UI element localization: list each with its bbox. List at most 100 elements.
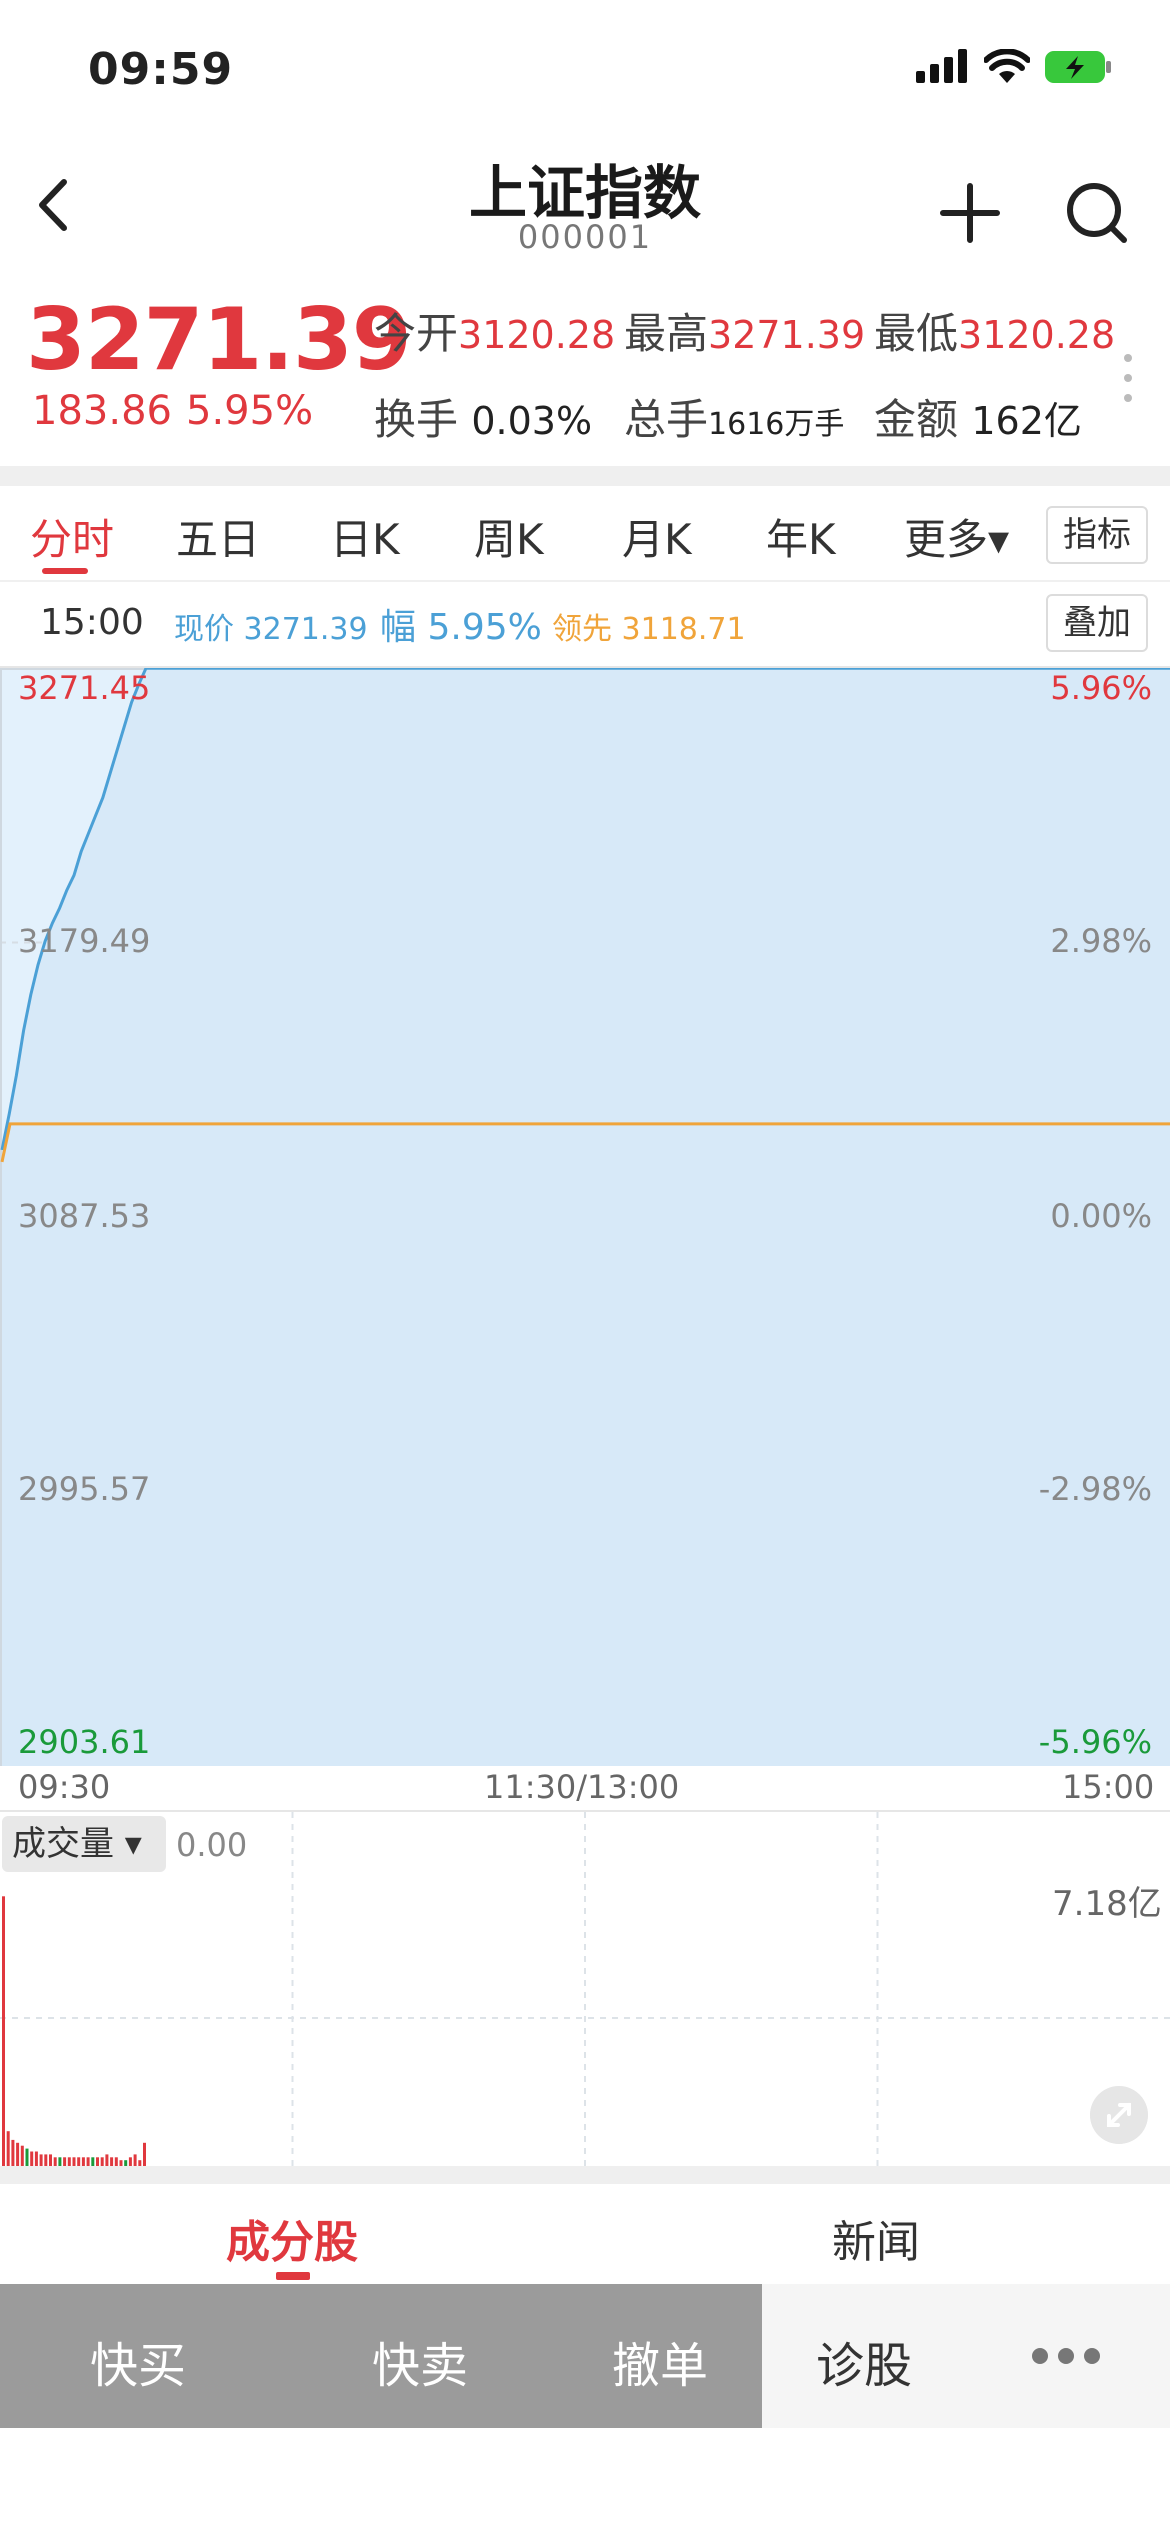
volume-bar bbox=[143, 2142, 146, 2166]
open-label: 今开 bbox=[374, 309, 459, 358]
volume-selector[interactable]: 成交量 ▾ bbox=[2, 1816, 166, 1872]
low-value: 3120.28 bbox=[958, 313, 1116, 357]
volume-bar bbox=[77, 2157, 81, 2166]
more-vertical-icon[interactable] bbox=[1118, 348, 1138, 408]
tab-intraday[interactable]: 分时 bbox=[30, 506, 114, 567]
low-stat: 最低3120.28 bbox=[874, 300, 1115, 361]
status-time: 09:59 bbox=[88, 44, 234, 95]
volume-bar bbox=[25, 2148, 29, 2166]
cancel-order-button[interactable]: 撤单 bbox=[612, 2326, 708, 2396]
bottom-tab-indicator bbox=[276, 2272, 310, 2280]
volume-bar bbox=[34, 2151, 38, 2166]
open-stat: 今开3120.28 bbox=[374, 300, 615, 361]
y-tick-left: 3179.49 bbox=[18, 922, 150, 960]
volume-bar bbox=[105, 2154, 109, 2166]
volume-bar bbox=[49, 2154, 52, 2166]
y-tick-left: 3271.45 bbox=[18, 669, 150, 707]
more-icon[interactable] bbox=[1030, 2344, 1102, 2368]
price-change: 183.86 bbox=[32, 388, 172, 434]
tab-monthly-k[interactable]: 月K bbox=[622, 506, 692, 567]
volume-bar bbox=[86, 2157, 90, 2166]
volume-bar bbox=[114, 2157, 118, 2166]
info-lead: 领先 3118.71 bbox=[552, 604, 746, 648]
volume-chart-svg bbox=[0, 1812, 1170, 2166]
y-tick-right: 2.98% bbox=[1050, 922, 1152, 960]
home-indicator-area bbox=[0, 2428, 1170, 2532]
volume-bar bbox=[6, 2131, 10, 2166]
amount-value: 162亿 bbox=[971, 399, 1082, 443]
add-icon[interactable] bbox=[935, 178, 1005, 248]
divider bbox=[0, 466, 1170, 486]
y-tick-right: -5.96% bbox=[1039, 1723, 1152, 1761]
intraday-chart[interactable]: 3271.45 3179.49 3087.53 2995.57 2903.61 5.96%… bbox=[0, 666, 1170, 1767]
period-tabs: 分时 五日 日K 周K 月K 年K 更多▾ 指标 bbox=[0, 486, 1170, 582]
high-label: 最高 bbox=[624, 309, 709, 358]
y-tick-left: 2903.61 bbox=[18, 1723, 150, 1761]
volume-bar bbox=[81, 2157, 85, 2166]
volume-bar bbox=[53, 2157, 57, 2166]
high-stat: 最高3271.39 bbox=[624, 300, 865, 361]
volume-bar bbox=[91, 2157, 95, 2166]
volume-bar bbox=[96, 2157, 99, 2166]
tab-more[interactable]: 更多▾ bbox=[904, 506, 1009, 567]
volume-label: 总手 bbox=[624, 395, 709, 444]
quick-sell-button[interactable]: 快卖 bbox=[372, 2326, 468, 2396]
info-lead-label: 领先 bbox=[552, 612, 612, 647]
nav-bar: 上证指数 000001 bbox=[0, 140, 1170, 270]
volume-bar bbox=[67, 2157, 71, 2166]
info-amp-label: 幅 bbox=[380, 607, 417, 648]
price-area bbox=[2, 668, 1170, 1767]
bottom-tabs: 成分股 新闻 bbox=[0, 2184, 1170, 2284]
y-tick-right: -2.98% bbox=[1039, 1470, 1152, 1508]
quote-panel: 3271.39 183.86 5.95% 今开3120.28 最高3271.39… bbox=[0, 270, 1170, 466]
volume-bar bbox=[30, 2151, 34, 2166]
overlay-button[interactable]: 叠加 bbox=[1046, 594, 1148, 652]
status-icons bbox=[916, 48, 1114, 86]
turnover-value: 0.03% bbox=[471, 399, 593, 443]
info-amp-value: 5.95% bbox=[427, 607, 542, 648]
price-change-pct: 5.95% bbox=[186, 388, 314, 434]
info-time: 15:00 bbox=[40, 602, 144, 643]
chart-info-row: 15:00 现价 3271.39 幅 5.95% 领先 3118.71 叠加 bbox=[0, 584, 1170, 664]
amount-label: 金额 bbox=[874, 395, 959, 444]
volume-bar bbox=[63, 2157, 67, 2166]
info-price-label: 现价 bbox=[174, 612, 234, 647]
search-icon[interactable] bbox=[1062, 178, 1132, 248]
tab-five-day[interactable]: 五日 bbox=[176, 506, 260, 567]
info-amp: 幅 5.95% bbox=[380, 598, 542, 650]
tab-weekly-k[interactable]: 周K bbox=[474, 506, 544, 567]
indicator-button[interactable]: 指标 bbox=[1046, 506, 1148, 564]
volume-bar bbox=[44, 2154, 48, 2166]
battery-icon bbox=[1045, 51, 1111, 83]
info-lead-value: 3118.71 bbox=[621, 612, 746, 647]
tab-constituents[interactable]: 成分股 bbox=[226, 2206, 358, 2270]
volume-bar bbox=[128, 2157, 132, 2166]
high-value: 3271.39 bbox=[708, 313, 866, 357]
tab-yearly-k[interactable]: 年K bbox=[766, 506, 836, 567]
volume-max: 7.18亿 bbox=[1052, 1884, 1162, 1924]
current-price: 3271.39 bbox=[26, 290, 412, 390]
low-label: 最低 bbox=[874, 309, 959, 358]
volume-bar bbox=[72, 2157, 76, 2166]
volume-zero: 0.00 bbox=[176, 1826, 248, 1864]
divider bbox=[0, 2166, 1170, 2184]
expand-icon[interactable] bbox=[1090, 2086, 1148, 2144]
status-bar: 09:59 bbox=[0, 0, 1170, 140]
signal-icon bbox=[916, 49, 967, 83]
tab-news[interactable]: 新闻 bbox=[832, 2206, 920, 2270]
volume-bar bbox=[100, 2157, 104, 2166]
volume-bar bbox=[11, 2139, 15, 2166]
quick-buy-button[interactable]: 快买 bbox=[90, 2326, 186, 2396]
open-value: 3120.28 bbox=[458, 313, 616, 357]
volume-value: 1616万手 bbox=[708, 407, 845, 442]
volume-bar bbox=[16, 2142, 20, 2166]
y-tick-right: 0.00% bbox=[1050, 1197, 1152, 1235]
info-price: 现价 3271.39 bbox=[174, 604, 368, 648]
amount-stat: 金额 162亿 bbox=[874, 386, 1082, 447]
x-tick-open: 09:30 bbox=[18, 1768, 111, 1806]
volume-bar bbox=[2, 1896, 5, 2166]
diagnose-button[interactable]: 诊股 bbox=[816, 2326, 912, 2396]
tab-daily-k[interactable]: 日K bbox=[330, 506, 400, 567]
x-tick-close: 15:00 bbox=[1062, 1768, 1155, 1806]
volume-bar bbox=[20, 2145, 24, 2166]
